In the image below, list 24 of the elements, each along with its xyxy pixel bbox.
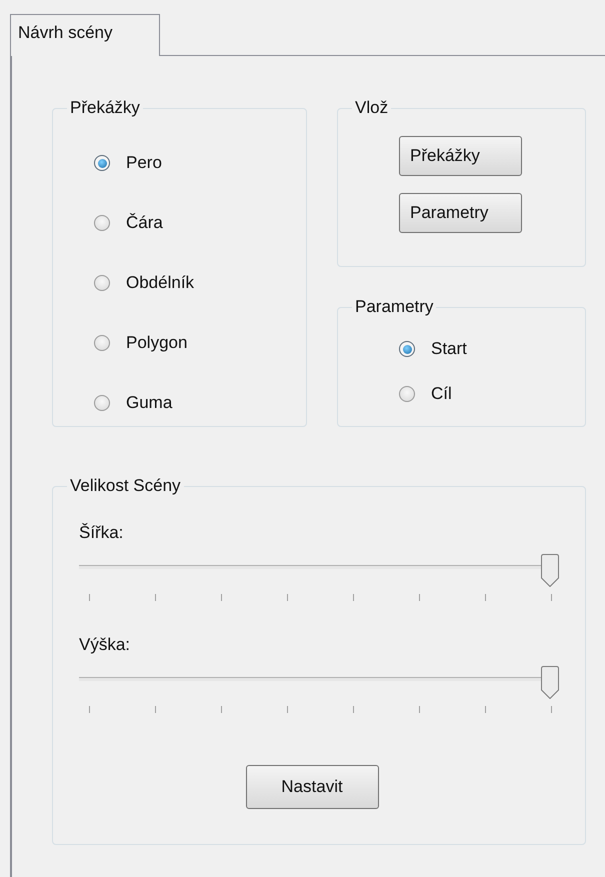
radio-label[interactable]: Pero (126, 153, 162, 173)
radio-button[interactable] (94, 335, 110, 351)
slider[interactable] (79, 666, 559, 699)
radio-button[interactable] (94, 155, 110, 171)
button[interactable]: Parametry (399, 193, 522, 233)
button[interactable]: Nastavit (246, 765, 378, 809)
tab[interactable]: Návrh scény (10, 14, 160, 56)
radio-button[interactable] (94, 215, 110, 231)
radio-button[interactable] (94, 275, 110, 291)
slider-thumb[interactable] (541, 554, 559, 587)
radio-label[interactable]: Guma (126, 393, 172, 413)
slider[interactable] (79, 554, 559, 587)
radio-button[interactable] (399, 341, 415, 357)
slider-label: Výška: (79, 634, 132, 656)
radio-label[interactable]: Cíl (431, 384, 452, 404)
radio-label[interactable]: Polygon (126, 333, 188, 353)
radio-label[interactable]: Start (431, 339, 467, 359)
slider-label: Šířka: (79, 522, 124, 544)
radio-label[interactable]: Obdélník (126, 273, 194, 293)
radio-button[interactable] (399, 386, 415, 402)
radio-label[interactable]: Čára (126, 213, 163, 233)
button[interactable]: Překážky (399, 136, 522, 176)
radio-button[interactable] (94, 395, 110, 411)
slider-thumb[interactable] (541, 666, 559, 699)
